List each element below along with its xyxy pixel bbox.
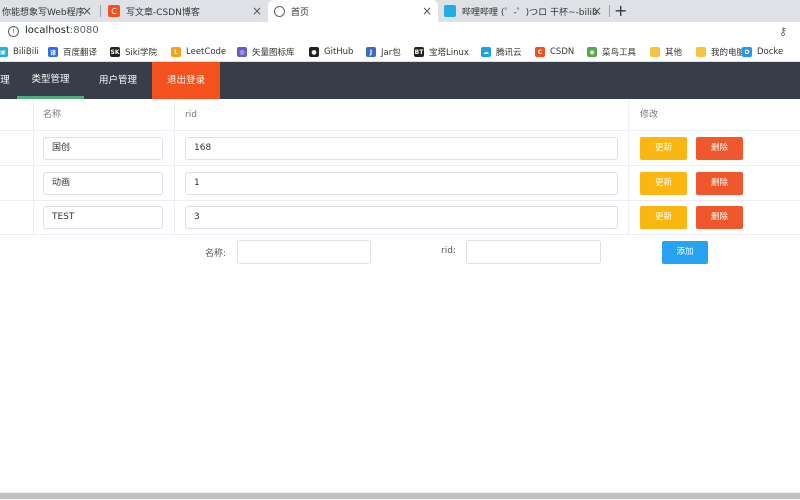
bookmark-icon: ▣ [0,47,8,57]
table-row: 动画 1 更新 删除 [0,166,800,201]
bookmark-label: 矢量图标库 [252,48,295,58]
app-nav-bar: 理 类型管理 用户管理 退出登录 [0,62,800,99]
close-icon[interactable]: × [82,4,92,18]
browser-tab-strip: 你能想象写Web程序 × C 写文章-CSDN博客 × 首页 × 哔哩哔哩 (゜… [0,0,800,22]
bookmark-icon: L [171,47,181,57]
bookmark-item[interactable]: ☁ 腾讯云 [481,45,522,59]
bookmark-label: Docke [757,47,784,57]
bookmark-icon: SK [110,47,120,57]
add-rid-input[interactable] [466,240,601,264]
new-tab-button[interactable]: + [614,1,627,21]
bookmark-label: CSDN [550,47,575,57]
header-name: 名称 [43,110,62,120]
bookmark-item[interactable]: ● GitHub [309,45,353,59]
bookmark-label: 菜鸟工具 [602,48,637,58]
close-icon[interactable]: × [252,4,262,18]
bookmark-item[interactable]: SK Siki学院 [110,45,157,59]
bookmark-label: Siki学院 [125,48,158,58]
browser-tab-2[interactable]: C 写文章-CSDN博客 × [102,0,268,22]
table-row: 国创 168 更新 删除 [0,131,800,166]
bookmark-item[interactable]: ◎ 矢量图标库 [237,45,295,59]
nav-item-partial[interactable]: 理 [0,62,12,99]
folder-icon [650,47,660,57]
delete-button[interactable]: 删除 [696,206,743,229]
tab-title: 首页 [291,7,310,18]
url-port: :8080 [69,25,99,36]
bookmark-item[interactable]: D Docke [742,45,783,59]
table-row: TEST 3 更新 删除 [0,200,800,235]
rid-input[interactable]: 168 [185,137,618,160]
bookmarks-bar: ▣ BiliBili 译百度翻译 SK Siki学院 L LeetCode ◎ 矢量图标库 ● Gi… [0,42,800,62]
bilibili-tv-icon [444,5,456,17]
bookmark-label: 百度翻译 [63,48,98,58]
bookmark-label: 其他 [665,48,683,58]
bookmark-label: GitHub [324,47,354,57]
bookmark-item[interactable]: C CSDN [535,45,574,59]
name-input[interactable]: 动画 [43,172,163,195]
browser-tab-3-active[interactable]: 首页 × [268,0,438,22]
delete-button[interactable]: 删除 [696,137,743,160]
tab-title: 写文章-CSDN博客 [126,7,200,18]
folder-icon [696,47,706,57]
bookmark-item[interactable]: 我的电脑 [696,45,745,59]
name-input[interactable]: TEST [43,206,163,229]
bookmark-label: 我的电脑 [711,48,746,58]
url-host: localhost [25,25,70,36]
bookmark-item[interactable]: 其他 [650,45,682,59]
add-rid-label: rid: [441,246,456,256]
bookmark-icon: ◎ [237,47,247,57]
add-button[interactable]: 添加 [662,241,708,264]
horizontal-scrollbar[interactable] [0,492,800,500]
bookmark-item[interactable]: 译百度翻译 [48,45,97,59]
tab-title: 哔哩哔哩 (゜-゜)つロ 干杯~-bilib [462,7,598,18]
address-bar: i localhost:8080 ⚷ [0,22,800,42]
bookmark-label: 腾讯云 [496,48,522,58]
bookmark-icon: ☁ [481,47,491,57]
bookmark-label: BiliBili [13,47,39,57]
update-button[interactable]: 更新 [640,137,687,160]
rid-input[interactable]: 1 [185,172,618,195]
delete-button[interactable]: 删除 [696,172,743,195]
bookmark-icon: BT [414,47,424,57]
update-button[interactable]: 更新 [640,206,687,229]
nav-item-user-management[interactable]: 用户管理 [86,62,150,99]
bookmark-label: LeetCode [186,47,227,57]
bookmark-icon: D [742,47,752,57]
browser-tab-1[interactable]: 你能想象写Web程序 × [0,0,98,22]
nav-item-logout[interactable]: 退出登录 [152,62,220,99]
bookmark-item[interactable]: L LeetCode [171,45,226,59]
bookmark-icon: C [535,47,545,57]
header-rid: rid [185,110,197,120]
update-button[interactable]: 更新 [640,172,687,195]
bookmark-label: 宝塔Linux [429,48,469,58]
close-icon[interactable]: × [592,4,602,18]
browser-tab-4[interactable]: 哔哩哔哩 (゜-゜)つロ 干杯~-bilib × [438,0,608,22]
globe-icon [274,5,285,17]
bookmark-icon: ◉ [587,47,597,57]
name-input[interactable]: 国创 [43,137,163,160]
table-header: 名称 rid 修改 [0,100,800,131]
scrollbar-thumb[interactable] [0,493,800,499]
rid-input[interactable]: 3 [185,206,618,229]
add-name-label: 名称: [205,249,227,259]
bookmark-icon: 译 [48,47,58,57]
add-name-input[interactable] [237,240,371,264]
bookmark-item[interactable]: ▣ BiliBili [0,45,39,59]
nav-item-type-management[interactable]: 类型管理 [17,62,84,99]
bookmark-item[interactable]: ◉ 菜鸟工具 [587,45,636,59]
bookmark-icon: ● [309,47,319,57]
tab-title: 你能想象写Web程序 [2,7,85,18]
close-icon[interactable]: × [422,4,432,18]
url-field[interactable]: localhost:8080 [25,25,99,36]
csdn-icon: C [108,5,120,17]
bookmark-item[interactable]: BT 宝塔Linux [414,45,469,59]
key-icon[interactable]: ⚷ [779,25,787,38]
bookmark-item[interactable]: J Jar包 [366,45,401,59]
bookmark-label: Jar包 [381,48,401,58]
bookmark-icon: J [366,47,376,57]
info-icon[interactable]: i [8,26,19,37]
header-edit: 修改 [640,110,659,120]
